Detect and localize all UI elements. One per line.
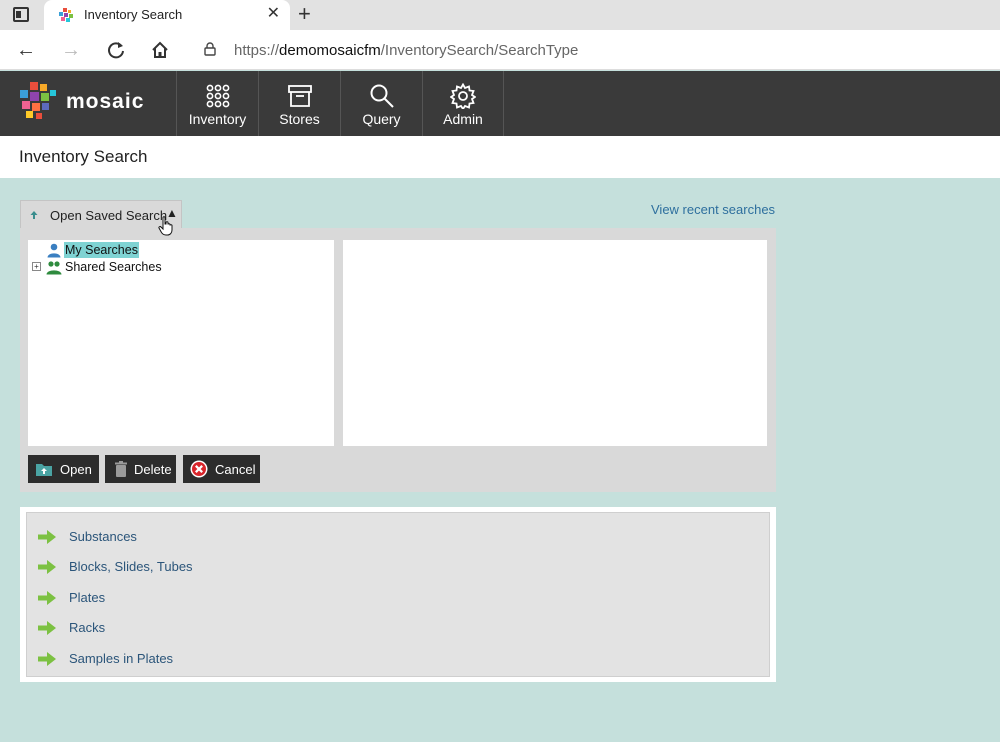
expand-plus-icon[interactable]: + [32,262,41,271]
mosaic-logo-icon [20,82,56,119]
hand-cursor-icon [158,216,173,236]
search-types-list: Substances Blocks, Slides, Tubes Plates … [26,512,770,677]
tree-node-shared-searches[interactable]: + Shared Searches [28,259,188,275]
forward-icon[interactable]: → [59,38,83,62]
group-users-icon [46,261,62,275]
open-button-label: Open [60,462,92,477]
browser-tab-strip: Inventory Search ✕ + [0,0,1000,30]
back-icon[interactable]: ← [14,38,38,62]
open-folder-icon [36,464,52,476]
mosaic-logo[interactable]: mosaic [18,81,158,125]
green-arrow-icon [38,591,56,605]
address-bar[interactable]: https://demomosaicfm/InventorySearch/Sea… [190,33,1000,67]
open-saved-search-label: Open Saved Search [50,208,168,223]
lock-icon[interactable] [204,42,216,56]
search-type-label: Samples in Plates [69,651,174,666]
search-type-label: Racks [69,620,106,635]
mosaic-favicon-icon [59,8,73,22]
archive-box-icon [287,85,312,107]
tab-title: Inventory Search [84,7,183,22]
green-arrow-icon [38,652,56,666]
view-recent-searches-link[interactable]: View recent searches [651,202,775,217]
green-arrow-icon [38,530,56,544]
trash-icon [115,461,127,477]
search-icon [370,84,394,108]
browser-tab[interactable]: Inventory Search ✕ [44,0,290,30]
nav-inventory[interactable]: Inventory [176,71,258,136]
green-arrow-icon [38,560,56,574]
search-type-label: Blocks, Slides, Tubes [69,559,193,574]
page-title: Inventory Search [19,147,148,166]
search-type-label: Plates [69,590,106,605]
saved-search-panel: My Searches + Shared Searches Open Delet… [20,228,776,492]
reload-icon[interactable] [104,38,128,62]
search-types-panel: Substances Blocks, Slides, Tubes Plates … [20,507,776,682]
nav-stores[interactable]: Stores [258,71,340,136]
grid-icon [206,84,229,108]
page-title-bar: Inventory Search [0,136,1000,178]
nav-admin-label: Admin [443,111,483,127]
cancel-button-label: Cancel [215,462,256,477]
open-button[interactable]: Open [28,455,99,483]
home-icon[interactable] [148,38,172,62]
cancel-icon [190,460,208,478]
nav-query-label: Query [362,111,401,127]
window-menu-icon[interactable] [13,7,29,22]
nav-admin[interactable]: Admin [422,71,504,136]
nav-stores-label: Stores [279,111,320,127]
tree-node-label: Shared Searches [65,260,162,274]
saved-search-detail-pane [343,240,767,446]
nav-query[interactable]: Query [340,71,422,136]
saved-search-tree: My Searches + Shared Searches [28,240,334,446]
browser-toolbar: ← → https://demomosaicfm/InventorySearch… [0,30,1000,70]
tree-node-my-searches[interactable]: My Searches [28,242,168,258]
user-icon [47,243,61,258]
delete-button[interactable]: Delete [105,455,176,483]
cancel-button[interactable]: Cancel [183,455,260,483]
url-text[interactable]: https://demomosaicfm/InventorySearch/Sea… [234,42,578,59]
upload-arrow-icon [30,211,38,219]
gear-icon [450,83,476,109]
new-tab-icon[interactable]: + [298,2,311,26]
tab-close-icon[interactable]: ✕ [267,5,280,23]
delete-button-label: Delete [134,462,172,477]
nav-inventory-label: Inventory [188,111,247,127]
app-header: mosaic Inventory Stores Query Admin [0,71,1000,136]
green-arrow-icon [38,621,56,635]
tree-node-label: My Searches [64,242,139,258]
logo-text: mosaic [66,90,145,113]
search-type-label: Substances [69,529,137,544]
